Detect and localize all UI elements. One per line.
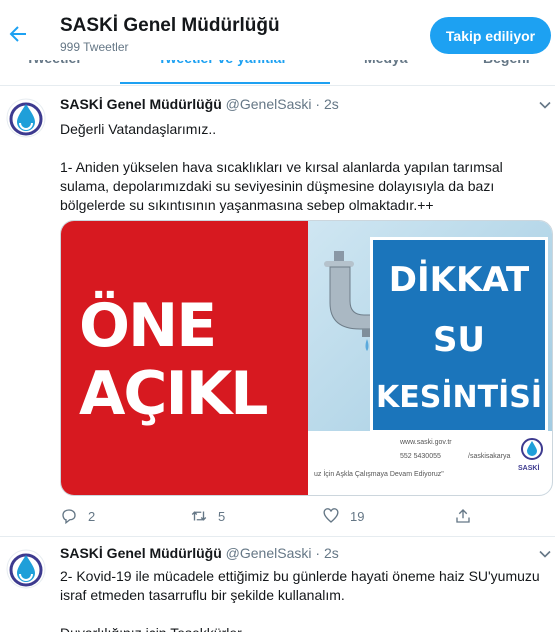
tweet-text: 2- Kovid-19 ile mücadele ettiğimiz bu gü… <box>60 567 540 632</box>
banner-line-1: ÖNE <box>79 291 217 361</box>
sign-line-3: KESİNTİSİ <box>375 380 542 415</box>
retweet-button[interactable]: 5 <box>190 506 225 526</box>
reply-count: 2 <box>88 508 96 524</box>
separator-dot: · <box>315 545 321 561</box>
poster-website: www.saski.gov.tr <box>400 439 452 446</box>
tweet-text: Değerli Vatandaşlarımız.. 1- Aniden yüks… <box>60 120 540 215</box>
water-cut-poster: DİKKAT SU KESİNTİSİ www.saski.gov.tr 552… <box>308 221 552 495</box>
avatar[interactable] <box>6 98 46 138</box>
tweet-timestamp[interactable]: 2s <box>324 96 339 112</box>
tweet-timestamp[interactable]: 2s <box>324 545 339 561</box>
tweet-actions: 2 5 19 <box>60 506 480 528</box>
sign-line-1: DİKKAT <box>388 260 530 300</box>
tweet-text-content: Değerli Vatandaşlarımız.. 1- Aniden yüks… <box>60 121 503 213</box>
page-title: SASKİ Genel Müdürlüğü <box>60 15 280 36</box>
announcement-banner: ÖNE AÇIKL <box>61 221 308 495</box>
following-button[interactable]: Takip ediliyor <box>430 17 551 54</box>
poster-phone: 552 5430055 <box>400 453 441 460</box>
active-tab-indicator <box>120 82 330 84</box>
tweet-author-handle[interactable]: @GenelSaski <box>226 545 312 561</box>
like-count: 19 <box>350 508 365 524</box>
back-arrow-icon[interactable] <box>6 22 30 46</box>
tweet-author-name[interactable]: SASKİ Genel Müdürlüğü <box>60 545 222 561</box>
tweet-media-image[interactable]: ÖNE AÇIKL DİKKAT SU KESİNTİSİ www.saski.… <box>60 220 553 496</box>
profile-header: SASKİ Genel Müdürlüğü 999 Tweetler Takip… <box>0 0 555 60</box>
like-button[interactable]: 19 <box>322 506 364 526</box>
banner-line-2: AÇIKL <box>79 359 269 429</box>
poster-footer: www.saski.gov.tr 552 5430055 /saskisakar… <box>308 431 552 495</box>
retweet-icon <box>191 511 207 521</box>
poster-brand: SASKİ <box>518 465 540 472</box>
separator-dot: · <box>315 96 321 112</box>
tweet[interactable]: SASKİ Genel Müdürlüğü @GenelSaski · 2s D… <box>0 86 555 536</box>
tweet-header: SASKİ Genel Müdürlüğü @GenelSaski · 2s <box>60 96 339 112</box>
saski-logo-icon <box>521 438 543 460</box>
sign-line-2: SU <box>432 320 486 360</box>
tweet-count: 999 Tweetler <box>60 40 129 54</box>
tweet-header: SASKİ Genel Müdürlüğü @GenelSaski · 2s <box>60 545 339 561</box>
chevron-down-icon[interactable] <box>538 547 552 561</box>
retweet-count: 5 <box>218 508 226 524</box>
share-button[interactable] <box>454 506 472 526</box>
avatar[interactable] <box>6 549 46 589</box>
poster-slogan: uz İçin Aşkla Çalışmaya Devam Ediyoruz" <box>314 471 444 478</box>
warning-sign: DİKKAT SU KESİNTİSİ <box>370 237 548 433</box>
reply-button[interactable]: 2 <box>60 506 95 526</box>
poster-social-handle: /saskisakarya <box>468 453 511 460</box>
share-icon <box>456 509 470 523</box>
heart-icon <box>323 508 339 523</box>
chevron-down-icon[interactable] <box>538 98 552 112</box>
reply-icon <box>62 509 76 525</box>
tweet-author-handle[interactable]: @GenelSaski <box>226 96 312 112</box>
tweet[interactable]: SASKİ Genel Müdürlüğü @GenelSaski · 2s 2… <box>0 537 555 632</box>
tweet-author-name[interactable]: SASKİ Genel Müdürlüğü <box>60 96 222 112</box>
tweet-text-content: 2- Kovid-19 ile mücadele ettiğimiz bu gü… <box>60 568 540 632</box>
